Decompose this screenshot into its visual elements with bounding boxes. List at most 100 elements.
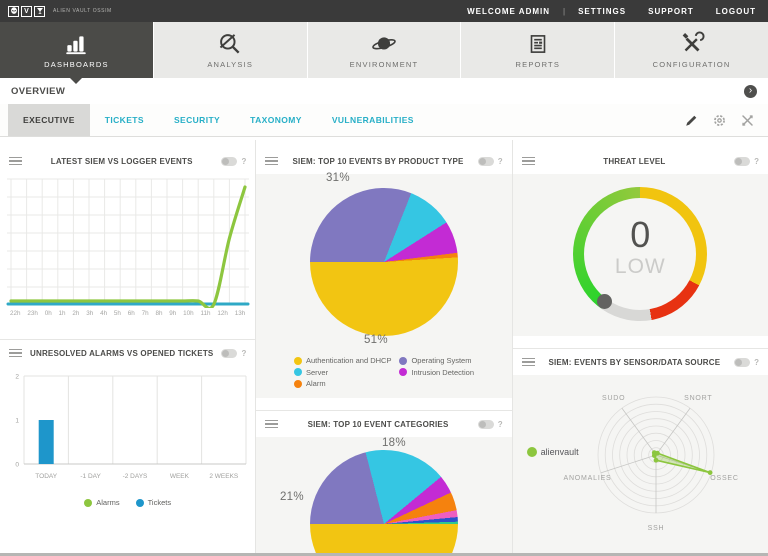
legend-swatch — [399, 356, 408, 365]
tab-security[interactable]: SECURITY — [159, 104, 235, 136]
x-axis-label: 9h — [169, 310, 177, 317]
pie-chart-product-type[interactable] — [309, 188, 458, 336]
x-axis-label: 11h — [200, 310, 211, 317]
legend-item[interactable]: Server — [293, 368, 391, 377]
svg-text:SSH: SSH — [647, 525, 664, 532]
pie-callout: 31% — [325, 172, 350, 184]
nav-environment[interactable]: ENVIRONMENT — [307, 22, 461, 78]
widget-grid: LATEST SIEM VS LOGGER EVENTS ? 22h 23h 0h 1… — [0, 140, 768, 556]
bar-legend: Alarms Tickets — [6, 486, 249, 513]
svg-text:WEEK: WEEK — [170, 473, 190, 480]
legend-item[interactable]: Tickets — [135, 498, 172, 507]
legend-item[interactable]: Authentication and DHCP — [293, 356, 392, 365]
x-axis-label: 7h — [141, 310, 149, 317]
gear-icon[interactable] — [713, 114, 726, 127]
topbar-right: WELCOME ADMIN | SETTINGS SUPPORT LOGOUT — [467, 7, 756, 16]
legend-swatch — [526, 447, 537, 457]
separator: | — [563, 6, 566, 16]
widget-menu-icon[interactable] — [9, 348, 22, 358]
help-icon[interactable]: ? — [498, 157, 503, 166]
x-axis-label: 6h — [127, 310, 135, 317]
support-link[interactable]: SUPPORT — [648, 7, 694, 16]
go-arrow-icon[interactable]: › — [744, 84, 757, 98]
widget-toggle[interactable] — [221, 156, 238, 166]
widget-header: SIEM: TOP 10 EVENT CATEGORIES ? — [256, 411, 512, 437]
x-axis-labels: 22h 23h 0h 1h 2h 3h 4h 5h 6h 7h 8h 9h 10h 11h 12h 13h — [6, 308, 249, 321]
help-icon[interactable]: ? — [241, 349, 246, 358]
edit-pencil-icon[interactable] — [685, 114, 698, 127]
legend-item[interactable]: Intrusion Detection — [399, 368, 474, 377]
legend-item[interactable]: Alarm — [293, 379, 391, 388]
legend-label: Alarm — [305, 379, 326, 388]
logout-link[interactable]: LOGOUT — [716, 7, 756, 16]
svg-text:2 WEEKS: 2 WEEKS — [209, 473, 239, 480]
widget-menu-icon[interactable] — [9, 156, 22, 166]
breadcrumb-row: OVERVIEW › — [0, 78, 768, 104]
svg-text:2: 2 — [15, 374, 19, 381]
nav-label: REPORTS — [515, 60, 561, 69]
help-icon[interactable]: ? — [754, 157, 759, 166]
alien-glass-icon — [34, 5, 45, 17]
nav-label: DASHBOARDS — [44, 60, 109, 69]
welcome-text: WELCOME ADMIN — [467, 6, 551, 16]
widget-toggle[interactable] — [734, 156, 751, 166]
help-icon[interactable]: ? — [241, 157, 246, 166]
nav-configuration[interactable]: CONFIGURATION — [615, 22, 768, 78]
widget-title: SIEM: EVENTS BY SENSOR/DATA SOURCE — [548, 357, 721, 367]
widget-toggle[interactable] — [221, 348, 238, 358]
breadcrumb: OVERVIEW — [11, 85, 66, 97]
nav-label: CONFIGURATION — [652, 60, 731, 69]
svg-text:-2 DAYS: -2 DAYS — [123, 473, 148, 480]
tab-vulnerabilities[interactable]: VULNERABILITIES — [317, 104, 429, 136]
brand-text: ALIEN VAULT OSSIM — [53, 8, 112, 14]
svg-text:TODAY: TODAY — [35, 473, 57, 480]
nav-analysis[interactable]: ANALYSIS — [153, 22, 307, 78]
help-icon[interactable]: ? — [754, 358, 759, 367]
x-axis-label: 23h — [27, 310, 38, 317]
nav-dashboards[interactable]: DASHBOARDS — [0, 22, 153, 84]
bar-chart-icon — [66, 36, 87, 55]
pie-callout: 18% — [381, 437, 406, 449]
widget-toggle[interactable] — [477, 156, 494, 166]
widget-threat-level: THREAT LEVEL ? 0 LOW — [512, 148, 768, 336]
x-axis-label: 2h — [72, 310, 80, 317]
legend-item[interactable]: Operating System — [399, 356, 474, 365]
legend-label: alienvault — [540, 447, 579, 457]
widget-menu-icon[interactable] — [265, 419, 279, 429]
tab-taxonomy[interactable]: TAXONOMY — [235, 104, 317, 136]
widget-title: SIEM: TOP 10 EVENTS BY PRODUCT TYPE — [292, 156, 464, 166]
topbar: V ALIEN VAULT OSSIM WELCOME ADMIN | SETT… — [0, 0, 768, 22]
legend-label: Authentication and DHCP — [305, 356, 392, 365]
line-chart — [6, 178, 250, 308]
tab-tickets[interactable]: TICKETS — [90, 104, 159, 136]
tab-executive[interactable]: EXECUTIVE — [8, 104, 90, 136]
settings-link[interactable]: SETTINGS — [578, 7, 626, 16]
legend-item[interactable]: Alarms — [84, 498, 120, 507]
widget-menu-icon[interactable] — [265, 156, 279, 166]
widget-toggle[interactable] — [477, 419, 494, 429]
main-nav: DASHBOARDS ANALYSIS ENVIRONMENT REPORTS … — [0, 22, 768, 84]
legend-swatch — [293, 356, 302, 365]
widget-title: UNRESOLVED ALARMS VS OPENED TICKETS — [29, 348, 214, 358]
widget-toggle[interactable] — [734, 357, 751, 367]
pie-chart-event-categories[interactable] — [309, 450, 458, 556]
legend-swatch — [135, 498, 144, 507]
legend-swatch — [293, 368, 302, 376]
widget-menu-icon[interactable] — [521, 357, 535, 367]
legend-label: Tickets — [147, 498, 172, 507]
gauge-marker-dot — [597, 294, 613, 309]
svg-text:ANOMALIES: ANOMALIES — [563, 475, 611, 482]
widget-menu-icon[interactable] — [521, 156, 535, 166]
svg-text:SNORT: SNORT — [684, 395, 712, 402]
expand-icon[interactable] — [741, 114, 754, 127]
alienvault-logo[interactable]: V ALIEN VAULT OSSIM — [8, 5, 112, 17]
help-icon[interactable]: ? — [498, 420, 503, 429]
legend-swatch — [293, 379, 302, 388]
column-right: THREAT LEVEL ? 0 LOW SIEM: EVENTS BY SEN… — [512, 140, 768, 556]
radar-legend[interactable]: alienvault — [526, 447, 579, 457]
alien-head-icon — [8, 5, 19, 17]
x-axis-label: 12h — [217, 310, 228, 317]
logo-v-icon: V — [21, 5, 32, 17]
nav-reports[interactable]: REPORTS — [461, 22, 615, 78]
alienvault-dashboard-page: V ALIEN VAULT OSSIM WELCOME ADMIN | SETT… — [0, 0, 768, 556]
